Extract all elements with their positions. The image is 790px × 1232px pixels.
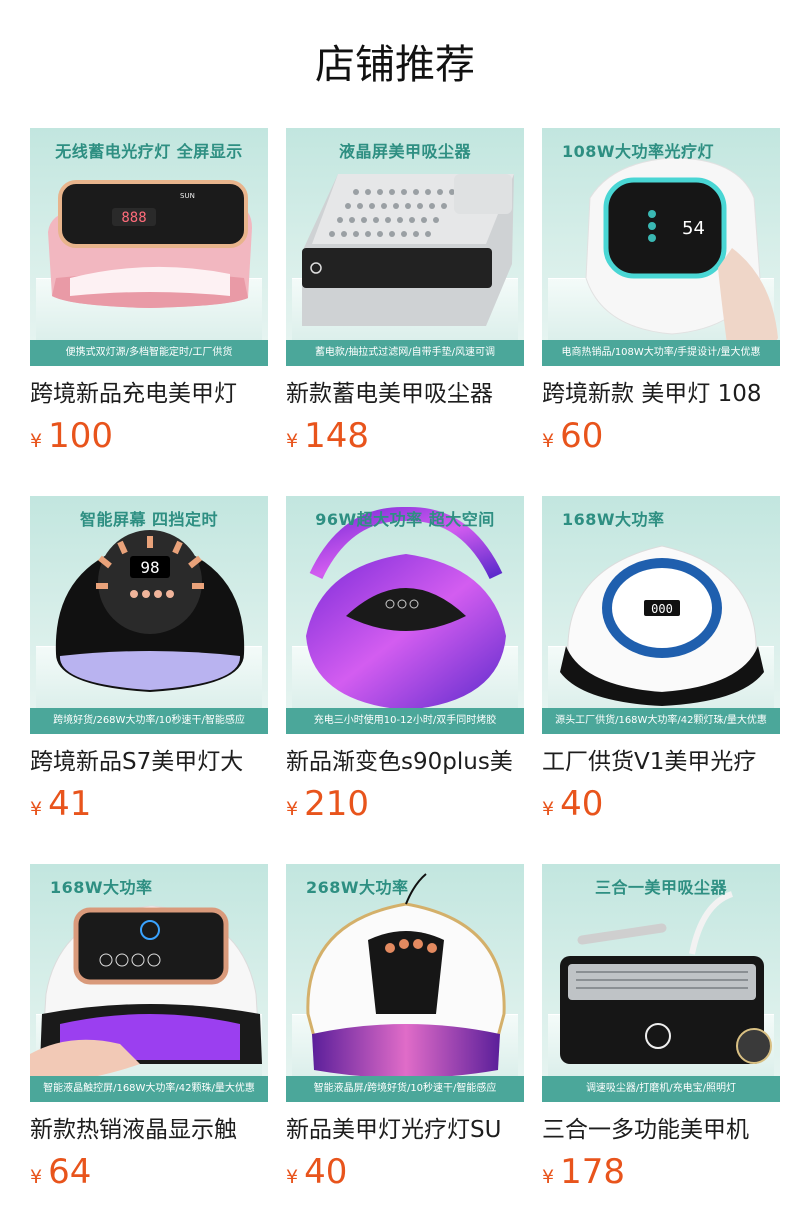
product-name[interactable]: 新品渐变色s90plus美: [286, 746, 524, 778]
image-headline: 智能屏幕 四挡定时: [79, 510, 219, 529]
price-value: 148: [304, 416, 369, 456]
image-headline: 168W大功率: [50, 878, 153, 897]
purple-gradient-lamp-icon: [306, 506, 506, 710]
product-image[interactable]: 液晶屏美甲吸尘器 蓄电款/抽拉式过滤网/自带手垫/风速可调: [286, 128, 524, 366]
svg-text:54: 54: [682, 218, 705, 239]
currency-symbol: ¥: [542, 430, 555, 452]
product-price: ¥60: [542, 416, 603, 456]
product-card[interactable]: 000 168W大功率 源头工厂供货/168W大功率/42颗灯珠/量大优惠 工厂…: [542, 496, 780, 826]
image-headline: 108W大功率光疗灯: [562, 142, 715, 161]
product-card[interactable]: 54 108W大功率光疗灯 电商热销品/108W大功率/手提设计/量大优惠 跨境…: [542, 128, 780, 458]
hand-nail-lamp-icon: [30, 905, 262, 1094]
image-headline: 三合一美甲吸尘器: [594, 878, 727, 897]
image-ribbon: 电商热销品/108W大功率/手提设计/量大优惠: [542, 340, 780, 366]
svg-text:98: 98: [140, 558, 159, 577]
product-card[interactable]: 96W超大功率 超大空间 充电三小时使用10-12小时/双手同时烤胶 新品渐变色…: [286, 496, 524, 826]
image-ribbon: 充电三小时使用10-12小时/双手同时烤胶: [286, 708, 524, 734]
product-card[interactable]: 888 SUN 无线蓄电光疗灯 全屏显示 便携式双灯源/多档智能定时/工厂供货 …: [30, 128, 268, 458]
price-value: 40: [304, 1152, 348, 1192]
battery-icon: [736, 1028, 772, 1064]
product-price: ¥40: [286, 1152, 347, 1192]
price-value: 40: [560, 784, 604, 824]
product-price: ¥40: [542, 784, 603, 824]
product-name[interactable]: 跨境新款 美甲灯 108: [542, 378, 780, 410]
product-card[interactable]: 98 智能屏幕 四挡定时 跨境好货/268W大功率/10秒速干/智能感应 跨境新…: [30, 496, 268, 826]
product-name[interactable]: 工厂供货V1美甲光疗: [542, 746, 780, 778]
product-image[interactable]: 96W超大功率 超大空间 充电三小时使用10-12小时/双手同时烤胶: [286, 496, 524, 734]
gold-white-lamp-icon: [306, 873, 506, 1078]
image-ribbon: 蓄电款/抽拉式过滤网/自带手垫/风速可调: [286, 340, 524, 366]
product-name[interactable]: 三合一多功能美甲机: [542, 1114, 780, 1146]
product-price: ¥41: [30, 784, 91, 824]
currency-symbol: ¥: [286, 1166, 299, 1188]
three-in-one-machine-icon: [560, 891, 764, 1064]
image-headline: 96W超大功率 超大空间: [315, 510, 495, 529]
product-price: ¥148: [286, 416, 369, 456]
currency-symbol: ¥: [30, 798, 43, 820]
image-ribbon: 源头工厂供货/168W大功率/42颗灯珠/量大优惠: [542, 708, 780, 734]
image-headline: 168W大功率: [562, 510, 665, 529]
product-image[interactable]: 000 168W大功率 源头工厂供货/168W大功率/42颗灯珠/量大优惠: [542, 496, 780, 734]
image-headline: 无线蓄电光疗灯 全屏显示: [55, 142, 243, 161]
svg-text:SUN: SUN: [180, 192, 195, 200]
product-price: ¥64: [30, 1152, 91, 1192]
currency-symbol: ¥: [286, 798, 299, 820]
product-name[interactable]: 跨境新品S7美甲灯大: [30, 746, 268, 778]
product-name[interactable]: 跨境新品充电美甲灯: [30, 378, 268, 410]
silver-dust-collector-icon: [302, 174, 514, 326]
product-name[interactable]: 新品美甲灯光疗灯SU: [286, 1114, 524, 1146]
product-image[interactable]: 888 SUN 无线蓄电光疗灯 全屏显示 便携式双灯源/多档智能定时/工厂供货: [30, 128, 268, 366]
product-price: ¥210: [286, 784, 369, 824]
product-price: ¥178: [542, 1152, 625, 1192]
image-headline: 268W大功率: [306, 878, 409, 897]
currency-symbol: ¥: [30, 1166, 43, 1188]
white-nail-lamp-icon: 54: [585, 157, 778, 366]
image-ribbon: 智能液晶触控屏/168W大功率/42颗珠/量大优惠: [30, 1076, 268, 1102]
image-ribbon: 跨境好货/268W大功率/10秒速干/智能感应: [30, 708, 268, 734]
currency-symbol: ¥: [542, 798, 555, 820]
blue-ring-lamp-icon: 000: [560, 545, 764, 706]
price-value: 64: [48, 1152, 92, 1192]
price-value: 100: [48, 416, 113, 456]
currency-symbol: ¥: [542, 1166, 555, 1188]
svg-text:000: 000: [651, 602, 673, 616]
currency-symbol: ¥: [286, 430, 299, 452]
currency-symbol: ¥: [30, 430, 43, 452]
product-image[interactable]: 268W大功率 智能液晶屏/跨境好货/10秒速干/智能感应: [286, 864, 524, 1102]
product-card[interactable]: 268W大功率 智能液晶屏/跨境好货/10秒速干/智能感应 新品美甲灯光疗灯SU…: [286, 864, 524, 1194]
product-image[interactable]: 168W大功率 智能液晶触控屏/168W大功率/42颗珠/量大优惠: [30, 864, 268, 1102]
price-value: 41: [48, 784, 92, 824]
image-ribbon: 调速吸尘器/打磨机/充电宝/照明灯: [542, 1076, 780, 1102]
price-value: 60: [560, 416, 604, 456]
product-name[interactable]: 新款蓄电美甲吸尘器: [286, 378, 524, 410]
product-image[interactable]: 98 智能屏幕 四挡定时 跨境好货/268W大功率/10秒速干/智能感应: [30, 496, 268, 734]
product-image[interactable]: 54 108W大功率光疗灯 电商热销品/108W大功率/手提设计/量大优惠: [542, 128, 780, 366]
product-price: ¥100: [30, 416, 113, 456]
image-headline: 液晶屏美甲吸尘器: [338, 142, 471, 161]
price-value: 178: [560, 1152, 625, 1192]
product-card[interactable]: 三合一美甲吸尘器 调速吸尘器/打磨机/充电宝/照明灯 三合一多功能美甲机 ¥17…: [542, 864, 780, 1194]
price-value: 210: [304, 784, 369, 824]
product-card[interactable]: 168W大功率 智能液晶触控屏/168W大功率/42颗珠/量大优惠 新款热销液晶…: [30, 864, 268, 1194]
pink-nail-lamp-icon: 888 SUN: [48, 180, 252, 308]
black-dome-lamp-icon: 98: [55, 530, 245, 692]
product-card[interactable]: 液晶屏美甲吸尘器 蓄电款/抽拉式过滤网/自带手垫/风速可调 新款蓄电美甲吸尘器 …: [286, 128, 524, 458]
product-name[interactable]: 新款热销液晶显示触: [30, 1114, 268, 1146]
product-image[interactable]: 三合一美甲吸尘器 调速吸尘器/打磨机/充电宝/照明灯: [542, 864, 780, 1102]
page-title: 店铺推荐: [315, 42, 475, 88]
svg-text:888: 888: [121, 210, 146, 226]
image-ribbon: 便携式双灯源/多档智能定时/工厂供货: [30, 340, 268, 366]
image-ribbon: 智能液晶屏/跨境好货/10秒速干/智能感应: [286, 1076, 524, 1102]
